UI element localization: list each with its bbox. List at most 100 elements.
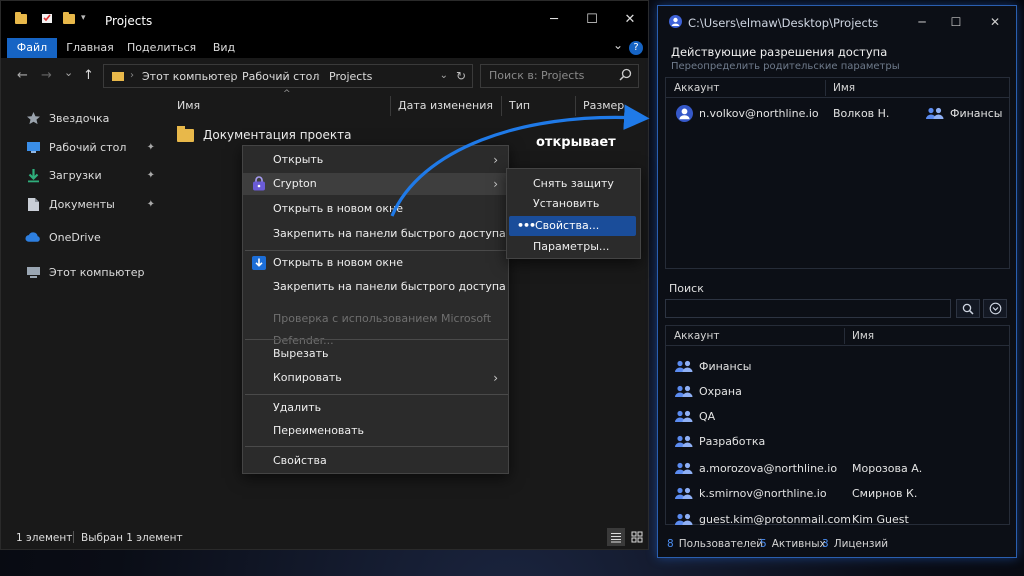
submenu-item-parameters[interactable]: Параметры...	[507, 237, 640, 257]
name-cell: Kim Guest	[852, 513, 909, 526]
menu-item-label: Свойства	[273, 454, 327, 467]
large-icons-view-icon[interactable]	[628, 528, 646, 546]
recent-locations-icon[interactable]: ⌄	[64, 66, 73, 79]
file-item-project-docs[interactable]: Документация проекта	[177, 125, 351, 145]
menu-item-label: Crypton	[273, 177, 317, 190]
menu-item-delete[interactable]: Удалить	[243, 397, 508, 419]
table-row[interactable]: guest.kim@protonmail.com Kim Guest	[666, 507, 1009, 532]
ribbon-tabs: Файл Главная Поделиться Вид ⌄ ?	[1, 38, 648, 58]
more-dots-icon: •••	[517, 219, 536, 232]
close-button[interactable]: ✕	[621, 11, 639, 29]
sidebar-item-favorites[interactable]: Звездочка	[25, 108, 161, 128]
status-divider	[73, 531, 74, 543]
column-divider[interactable]	[825, 80, 826, 96]
breadcrumb-projects[interactable]: Projects	[329, 70, 372, 83]
column-header-name[interactable]: Имя	[177, 99, 200, 112]
column-divider[interactable]	[501, 96, 502, 116]
table-row[interactable]: Финансы	[666, 354, 1009, 379]
column-divider[interactable]	[844, 328, 845, 344]
refresh-icon[interactable]: ↻	[456, 69, 466, 83]
pin-icon[interactable]: ✦	[147, 199, 155, 210]
back-icon[interactable]: ←	[17, 68, 28, 83]
table-row[interactable]: n.volkov@northline.io Волков Н. Финансы	[666, 101, 1009, 126]
submenu-item-properties[interactable]: ••• Свойства...	[509, 216, 636, 236]
properties-icon[interactable]	[41, 12, 53, 24]
group-icon	[675, 462, 693, 475]
sidebar-item-documents[interactable]: Документы ✦	[25, 194, 161, 214]
menu-item-cut[interactable]: Вырезать	[243, 343, 508, 365]
menu-item-rename[interactable]: Переименовать	[243, 420, 508, 442]
maximize-button[interactable]: ☐	[948, 14, 964, 30]
tab-file[interactable]: Файл	[7, 38, 57, 58]
column-header-name[interactable]: Имя	[833, 82, 855, 94]
column-header-type[interactable]: Тип	[509, 99, 530, 112]
menu-item-open[interactable]: Открыть ›	[243, 149, 508, 171]
permissions-titlebar: C:\Users\elmaw\Desktop\Projects ─ ☐ ✕	[658, 6, 1016, 38]
table-row[interactable]: QA	[666, 404, 1009, 429]
menu-item-properties[interactable]: Свойства	[243, 450, 508, 472]
explorer-search-box[interactable]	[480, 64, 639, 88]
tab-view[interactable]: Вид	[207, 38, 241, 58]
new-folder-icon[interactable]	[63, 12, 75, 24]
help-icon[interactable]: ?	[629, 41, 643, 55]
address-dropdown-icon[interactable]: ⌄	[440, 70, 448, 81]
table-row[interactable]: a.morozova@northline.io Морозова А.	[666, 456, 1009, 481]
menu-item-crypton[interactable]: Crypton ›	[243, 173, 508, 195]
minimize-button[interactable]: ─	[914, 14, 930, 30]
account-cell: Финансы	[699, 360, 752, 373]
account-cell: Разработка	[699, 435, 766, 448]
table-row[interactable]: Разработка	[666, 429, 1009, 454]
column-header-size[interactable]: Размер	[583, 99, 624, 112]
details-view-icon[interactable]	[607, 528, 625, 546]
sidebar-item-downloads[interactable]: Загрузки ✦	[25, 165, 161, 185]
column-header-date[interactable]: Дата изменения	[398, 99, 493, 112]
minimize-button[interactable]: ─	[545, 11, 563, 29]
forward-icon[interactable]: →	[41, 68, 52, 83]
breadcrumb-separator: ›	[230, 70, 234, 81]
submenu-item-remove-protection[interactable]: Снять защиту	[507, 174, 640, 194]
menu-item-open-new-window[interactable]: Открыть в новом окне	[243, 198, 508, 220]
sidebar-item-label: Документы	[49, 197, 115, 211]
group-icon	[675, 435, 693, 448]
menu-item-label: Открыть	[273, 153, 324, 166]
account-search-input[interactable]	[666, 300, 950, 317]
menu-separator	[245, 394, 508, 395]
up-icon[interactable]: ↑	[83, 68, 94, 83]
quick-access-dropdown-icon[interactable]: ▾	[81, 13, 86, 23]
column-divider[interactable]	[575, 96, 576, 116]
breadcrumb-this-pc[interactable]: Этот компьютер	[142, 70, 238, 83]
group-icon	[675, 410, 693, 423]
search-button[interactable]	[956, 299, 980, 318]
breadcrumb-desktop[interactable]: Рабочий стол	[242, 70, 319, 83]
table-row[interactable]: Охрана	[666, 379, 1009, 404]
explorer-search-input[interactable]	[489, 69, 609, 82]
tab-home[interactable]: Главная	[65, 38, 115, 58]
name-cell: Смирнов К.	[852, 487, 918, 500]
pin-icon[interactable]: ✦	[147, 142, 155, 153]
sidebar-item-this-pc[interactable]: Этот компьютер	[25, 262, 161, 282]
tab-share[interactable]: Поделиться	[127, 38, 196, 58]
filter-dropdown-button[interactable]	[983, 299, 1007, 318]
submenu-item-set-protection[interactable]: Установить защиту	[507, 194, 640, 230]
table-row[interactable]: k.smirnov@northline.io Смирнов К.	[666, 481, 1009, 506]
pin-icon[interactable]: ✦	[147, 170, 155, 181]
account-search-box[interactable]	[665, 299, 951, 318]
close-button[interactable]: ✕	[987, 14, 1003, 30]
sidebar-item-onedrive[interactable]: OneDrive	[25, 227, 161, 247]
menu-item-open-new-window-2[interactable]: Открыть в новом окне	[243, 252, 508, 274]
column-header-name[interactable]: Имя	[852, 330, 874, 342]
column-header-account[interactable]: Аккаунт	[674, 330, 720, 342]
expand-ribbon-icon[interactable]: ⌄	[611, 35, 625, 55]
search-icon[interactable]	[619, 68, 632, 81]
address-bar[interactable]: › Этот компьютер › Рабочий стол › Projec…	[103, 64, 473, 88]
maximize-button[interactable]: ☐	[583, 11, 601, 29]
menu-item-pin-quick-access[interactable]: Закрепить на панели быстрого доступа	[243, 223, 508, 245]
menu-item-copy[interactable]: Копировать ›	[243, 367, 508, 389]
menu-item-pin-quick-access-2[interactable]: Закрепить на панели быстрого доступа	[243, 276, 508, 298]
column-header-account[interactable]: Аккаунт	[674, 82, 720, 94]
override-parent-settings-link[interactable]: Переопределить родительские параметры	[671, 61, 900, 72]
crypton-submenu: Снять защиту Установить защиту ••• Свойс…	[506, 168, 641, 259]
account-cell: n.volkov@northline.io	[699, 107, 819, 120]
sidebar-item-desktop[interactable]: Рабочий стол ✦	[25, 137, 161, 157]
column-divider[interactable]	[390, 96, 391, 116]
